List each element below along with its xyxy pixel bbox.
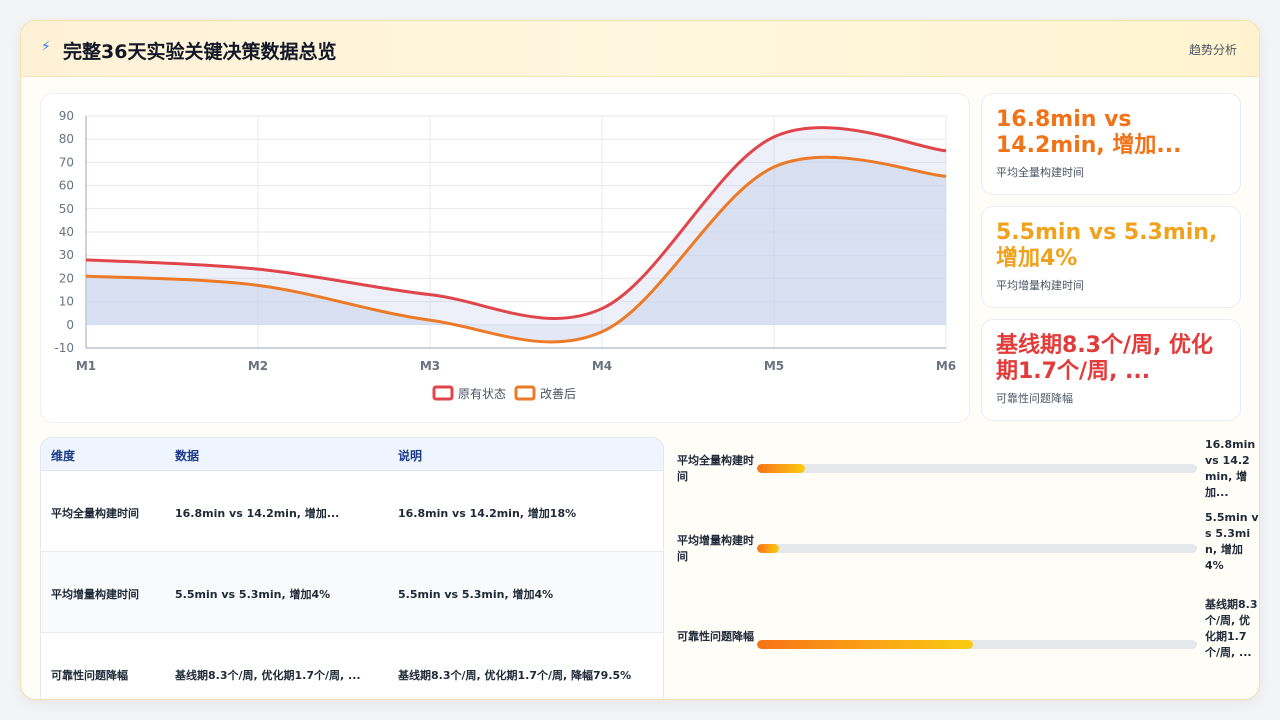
page-title: 完整36天实验关键决策数据总览 bbox=[63, 41, 337, 63]
y-tick-label: 50 bbox=[59, 202, 74, 216]
table-cell: 16.8min vs 14.2min, 增加18% bbox=[398, 507, 577, 520]
y-tick-label: 60 bbox=[59, 179, 74, 193]
table-cell: 基线期8.3个/周, 优化期1.7个/周, ... bbox=[175, 669, 361, 682]
table-cell: 5.5min vs 5.3min, 增加4% bbox=[398, 588, 554, 601]
table-row: 可靠性问题降幅 基线期8.3个/周, 优化期1.7个/周, ... 基线期8.3… bbox=[41, 633, 663, 699]
progress-bar-incremental-build bbox=[757, 544, 1197, 553]
kpi-label: 平均全量构建时间 bbox=[996, 166, 1084, 179]
progress-bar-reliability bbox=[757, 640, 1197, 649]
lightning-icon: ⚡ bbox=[41, 39, 51, 55]
x-tick-label: M1 bbox=[76, 359, 96, 373]
table-cell: 平均全量构建时间 bbox=[51, 507, 139, 520]
progress-value: 基线期8.3个/周, 优化期1.7个/周, ... bbox=[1205, 598, 1258, 659]
trend-analysis-link[interactable]: 趋势分析 bbox=[1189, 41, 1237, 58]
progress-fill bbox=[757, 640, 973, 649]
table-header-dimension: 维度 bbox=[51, 449, 76, 463]
table-row: 平均全量构建时间 16.8min vs 14.2min, 增加... 16.8m… bbox=[41, 471, 663, 552]
progress-label: 平均全量构建时间 bbox=[677, 454, 754, 483]
y-tick-label: 30 bbox=[59, 248, 74, 262]
trend-chart-panel: 90 80 70 60 50 40 30 20 10 0 -10 M1 M2 M3 M4 M5 M6 原有状态 改善… bbox=[40, 93, 970, 423]
progress-value: 16.8min vs 14.2min, 增加... bbox=[1205, 438, 1256, 499]
x-tick-label: M2 bbox=[248, 359, 268, 373]
x-tick-label: M4 bbox=[592, 359, 612, 373]
progress-label: 可靠性问题降幅 bbox=[677, 630, 754, 643]
dashboard-card: ⚡ 完整36天实验关键决策数据总览 趋势分析 90 80 70 60 50 40 30 20 1… bbox=[20, 20, 1260, 700]
x-tick-label: M3 bbox=[420, 359, 440, 373]
table-cell: 基线期8.3个/周, 优化期1.7个/周, 降幅79.5% bbox=[398, 669, 632, 682]
kpi-card-full-build: 16.8min vs 14.2min, 增加... 平均全量构建时间 bbox=[981, 93, 1241, 195]
legend-label: 改善后 bbox=[540, 386, 576, 401]
kpi-value: 基线期8.3个/周, 优化期1.7个/周, ... bbox=[996, 333, 1214, 384]
kpi-label: 平均增量构建时间 bbox=[996, 279, 1084, 292]
progress-label: 平均增量构建时间 bbox=[677, 534, 754, 563]
table-header: 维度 数据 说明 bbox=[41, 438, 663, 471]
y-tick-label: 70 bbox=[59, 155, 74, 169]
table-cell: 16.8min vs 14.2min, 增加... bbox=[175, 507, 340, 520]
table-row: 平均增量构建时间 5.5min vs 5.3min, 增加4% 5.5min v… bbox=[41, 552, 663, 633]
trend-chart: 90 80 70 60 50 40 30 20 10 0 -10M1 M2 M3 M4 M5 M6 原有状态 改善… bbox=[54, 109, 956, 401]
kpi-value: 16.8min vs 14.2min, 增加... bbox=[996, 107, 1182, 158]
y-tick-label: 20 bbox=[59, 271, 74, 285]
table-header-description: 说明 bbox=[398, 449, 423, 463]
card-header: ⚡ 完整36天实验关键决策数据总览 趋势分析 bbox=[21, 21, 1259, 77]
legend-label: 原有状态 bbox=[458, 387, 506, 401]
x-tick-label: M6 bbox=[936, 359, 956, 373]
table-cell: 5.5min vs 5.3min, 增加4% bbox=[175, 588, 331, 601]
kpi-value: 5.5min vs 5.3min, 增加4% bbox=[996, 220, 1218, 271]
y-tick-label: -10 bbox=[54, 341, 74, 355]
y-tick-label: 40 bbox=[59, 225, 74, 239]
table-header-data: 数据 bbox=[175, 449, 200, 463]
y-tick-label: 80 bbox=[59, 132, 74, 146]
x-tick-label: M5 bbox=[764, 359, 784, 373]
progress-bar-full-build bbox=[757, 464, 1197, 473]
data-table: 维度 数据 说明 平均全量构建时间 16.8min vs 14.2min, 增加… bbox=[40, 437, 664, 699]
kpi-label: 可靠性问题降幅 bbox=[996, 392, 1073, 405]
kpi-card-incremental-build: 5.5min vs 5.3min, 增加4% 平均增量构建时间 bbox=[981, 206, 1241, 308]
y-tick-label: 90 bbox=[59, 109, 74, 123]
progress-value: 5.5min vs 5.3min, 增加4% bbox=[1205, 511, 1259, 572]
table-cell: 平均增量构建时间 bbox=[51, 588, 139, 601]
legend-swatch bbox=[514, 385, 536, 401]
legend-swatch bbox=[432, 385, 454, 401]
progress-fill bbox=[757, 464, 806, 473]
y-tick-label: 0 bbox=[66, 318, 74, 332]
kpi-card-reliability: 基线期8.3个/周, 优化期1.7个/周, ... 可靠性问题降幅 bbox=[981, 319, 1241, 421]
table-cell: 可靠性问题降幅 bbox=[51, 669, 128, 682]
y-tick-label: 10 bbox=[59, 295, 74, 309]
progress-fill bbox=[757, 544, 779, 553]
